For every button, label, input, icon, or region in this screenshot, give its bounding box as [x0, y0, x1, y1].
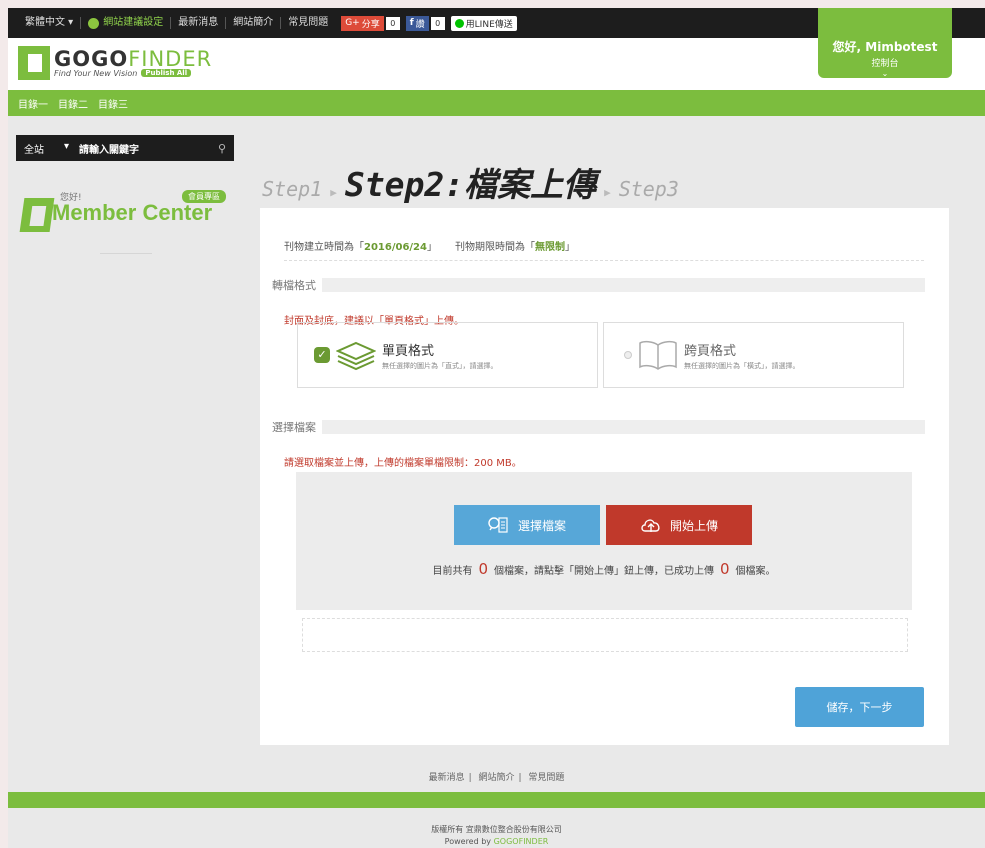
step2-label: Step2:檔案上傳 — [344, 165, 597, 204]
footer-link-about[interactable]: 網站簡介 — [478, 773, 514, 783]
search-bar: 全站 ▾ 請輸入關鍵字 ⚲ — [16, 135, 234, 161]
console-link[interactable]: 控制台 — [818, 56, 952, 69]
file-list-dropzone[interactable] — [302, 618, 908, 652]
user-greeting: 您好, Mimbotest — [832, 40, 938, 54]
about-link[interactable]: 網站簡介 — [226, 17, 282, 29]
open-book-icon — [639, 340, 677, 370]
language-select[interactable]: 繁體中文 ▾ — [18, 17, 82, 29]
facebook-like-button[interactable]: f 讚 — [405, 15, 429, 31]
convert-section-title: 轉檔格式 — [272, 278, 925, 292]
nav-item-1[interactable]: 目錄一 — [18, 96, 48, 111]
save-next-button[interactable]: 儲存，下一步 — [795, 687, 924, 727]
step-arrow-icon: ▶ — [330, 186, 337, 199]
option-spread-desc: 無任選擇的圖片為「橫式」，請選擇。 — [684, 361, 800, 370]
footer-link-faq[interactable]: 常見問題 — [528, 773, 564, 783]
site-settings-link[interactable]: 網站建議設定 — [81, 17, 172, 29]
main-nav: 目錄一 目錄二 目錄三 — [8, 90, 985, 116]
logo-name-main: GOGO — [54, 46, 129, 71]
sidebar-divider — [100, 253, 152, 254]
option-single-title: 單頁格式 — [382, 343, 435, 359]
choose-file-button[interactable]: 選擇檔案 — [454, 505, 600, 545]
member-center-logo[interactable]: 您好! 會員專區 Member Center — [18, 186, 233, 244]
file-section-title: 選擇檔案 — [272, 420, 925, 434]
logo-mark-icon — [18, 46, 50, 80]
member-center-title: Member Center — [52, 200, 213, 225]
option-single-page[interactable]: ✓ 單頁格式 無任選擇的圖片為「直式」，請選擇。 — [297, 322, 598, 388]
divider — [284, 260, 924, 261]
option-spread-page[interactable]: 跨頁格式 無任選擇的圖片為「橫式」，請選擇。 — [603, 322, 904, 388]
footer-nav: 最新消息 | 網站簡介 | 常見問題 — [428, 773, 565, 783]
facebook-count: 0 — [430, 16, 445, 30]
step-indicator: Step1 ▶ Step2:檔案上傳 ▶ Step3 — [262, 158, 679, 206]
nav-item-3[interactable]: 目錄三 — [98, 96, 128, 111]
member-logo-icon — [19, 198, 55, 232]
chevron-down-icon: ⌄ — [881, 69, 889, 78]
upload-panel: 刊物建立時間為「2016/06/24」 刊物期限時間為「無限制」 轉檔格式 封面… — [260, 208, 949, 745]
publication-info: 刊物建立時間為「2016/06/24」 刊物期限時間為「無限制」 — [284, 242, 575, 253]
search-icon[interactable]: ⚲ — [218, 142, 226, 155]
cloud-upload-icon — [641, 519, 660, 532]
uploaded-count: 0 — [720, 560, 730, 578]
faq-link[interactable]: 常見問題 — [281, 17, 335, 29]
created-date: 2016/06/24 — [364, 242, 427, 253]
logo-name-accent: FINDER — [128, 46, 213, 71]
news-link[interactable]: 最新消息 — [171, 17, 227, 29]
option-spread-title: 跨頁格式 — [684, 343, 737, 359]
step1-label: Step1 — [262, 177, 323, 201]
radio-icon — [624, 351, 632, 359]
expire-value: 無限制 — [534, 242, 565, 253]
file-note: 請選取檔案並上傳，上傳的檔案單檔限制：200 MB。 — [284, 458, 522, 469]
upload-count-text: 目前共有 0 個檔案，請點擊「開始上傳」鈕上傳，已成功上傳 0 個檔案。 — [432, 560, 776, 578]
powered-brand-link[interactable]: GOGOFINDER — [494, 837, 549, 846]
total-count: 0 — [478, 560, 488, 578]
copyright: 版權所有 宜鼎數位整合股份有限公司 Powered by GOGOFINDER — [431, 825, 562, 846]
upload-area: 選擇檔案 開始上傳 目前共有 0 個檔案，請點擊「開始上傳」鈕上傳，已成功上傳 0 個檔… — [296, 472, 912, 610]
layers-icon — [336, 341, 376, 371]
checked-icon: ✓ — [314, 347, 330, 363]
step-arrow-icon: ▶ — [604, 186, 611, 199]
gplus-count: 0 — [385, 16, 400, 30]
footer-bar — [8, 792, 985, 808]
page-frame: 繁體中文 ▾ 網站建議設定 最新消息 網站簡介 常見問題 G+ 分享 0 f 讚… — [8, 8, 985, 848]
line-share-button[interactable]: 用LINE傳送 — [450, 15, 517, 31]
line-icon — [454, 18, 464, 28]
option-single-desc: 無任選擇的圖片為「直式」，請選擇。 — [382, 361, 498, 370]
step3-label: Step3 — [618, 177, 679, 201]
start-upload-button[interactable]: 開始上傳 — [606, 505, 752, 545]
user-menu[interactable]: 您好, Mimbotest 控制台 ⌄ — [818, 8, 952, 78]
check-icon — [88, 17, 100, 29]
caret-down-icon: ▾ — [63, 140, 69, 152]
nav-item-2[interactable]: 目錄二 — [58, 96, 88, 111]
footer-link-news[interactable]: 最新消息 — [429, 773, 465, 783]
share-bar: G+ 分享 0 f 讚 0 用LINE傳送 — [341, 15, 517, 31]
logo-tagline: Find Your New Vision — [54, 68, 138, 78]
search-scope-select[interactable]: 全站 ▾ — [24, 141, 79, 156]
gplus-share-button[interactable]: G+ 分享 — [341, 15, 384, 31]
publish-badge: Publish All — [141, 69, 192, 77]
file-search-icon — [488, 517, 508, 533]
search-input[interactable]: 請輸入關鍵字 — [79, 141, 218, 156]
site-logo[interactable]: GOGOFINDER Find Your New Vision Publish A… — [18, 46, 212, 80]
